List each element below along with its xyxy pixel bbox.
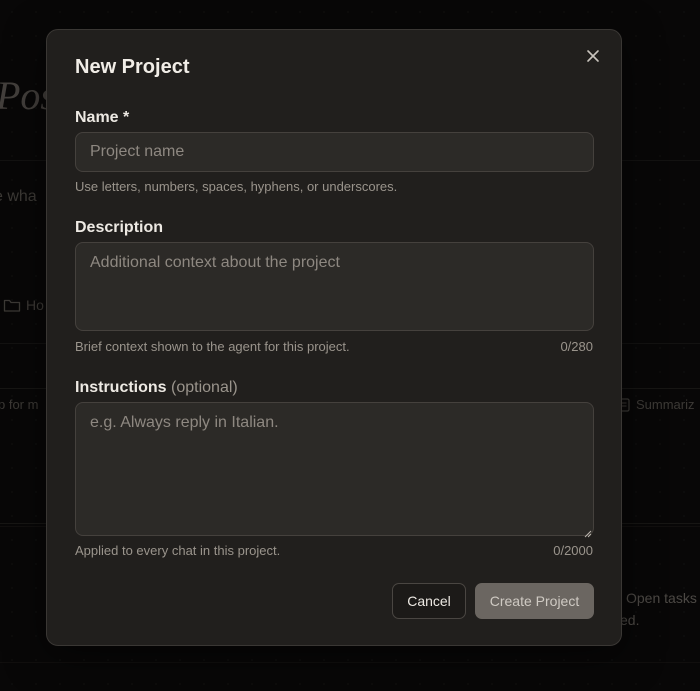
instructions-label-text: Instructions bbox=[75, 379, 167, 396]
resize-grip-icon[interactable] bbox=[584, 525, 592, 538]
instructions-label: Instructions (optional) bbox=[75, 379, 238, 397]
description-char-counter: 0/280 bbox=[560, 339, 593, 354]
cancel-button[interactable]: Cancel bbox=[392, 583, 466, 619]
instructions-textarea[interactable] bbox=[75, 402, 594, 536]
name-label: Name * bbox=[75, 109, 130, 126]
description-label: Description bbox=[75, 219, 164, 236]
project-name-input[interactable] bbox=[75, 132, 594, 172]
new-project-dialog: New Project Name * Use letters, numbers,… bbox=[46, 29, 622, 646]
name-helper-text: Use letters, numbers, spaces, hyphens, o… bbox=[75, 179, 398, 194]
create-project-button[interactable]: Create Project bbox=[475, 583, 594, 619]
dialog-title: New Project bbox=[75, 56, 190, 78]
instructions-helper-text: Applied to every chat in this project. bbox=[75, 543, 281, 558]
optional-tag: (optional) bbox=[171, 379, 238, 396]
close-icon bbox=[586, 49, 600, 68]
description-textarea[interactable] bbox=[75, 242, 594, 331]
instructions-char-counter: 0/2000 bbox=[553, 543, 593, 558]
description-helper-text: Brief context shown to the agent for thi… bbox=[75, 339, 350, 354]
close-button[interactable] bbox=[581, 46, 605, 70]
